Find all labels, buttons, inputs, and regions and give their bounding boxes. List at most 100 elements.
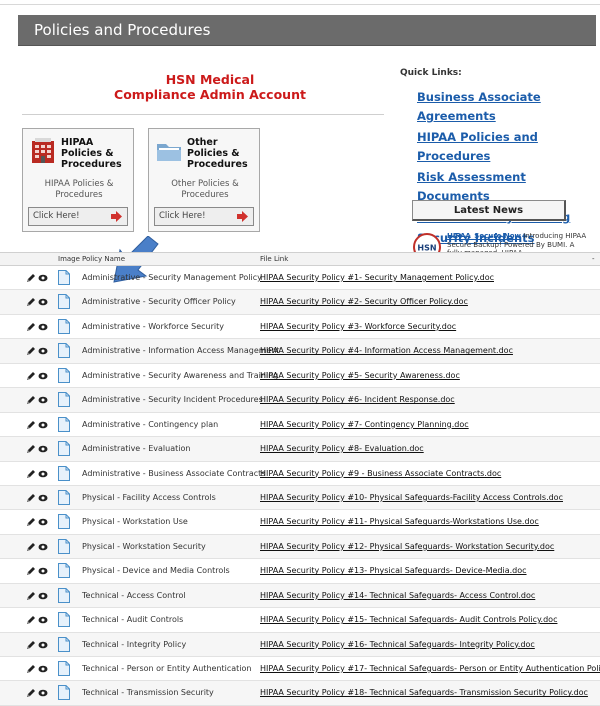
file-link[interactable]: HIPAA Security Policy #10- Physical Safe… [260,493,563,502]
document-icon[interactable] [58,318,70,334]
document-icon[interactable] [58,538,70,554]
document-icon[interactable] [58,441,70,457]
edit-pencil-icon[interactable] [26,493,36,503]
edit-pencil-icon[interactable] [26,273,36,283]
document-icon[interactable] [58,392,70,408]
view-eye-icon[interactable] [38,372,48,380]
file-link[interactable]: HIPAA Security Policy #8- Evaluation.doc [260,444,424,453]
file-link[interactable]: HIPAA Security Policy #5- Security Aware… [260,371,460,380]
quick-link-hipaa-policies[interactable]: HIPAA Policies and Procedures [417,130,538,163]
view-eye-icon[interactable] [38,518,48,526]
button-label: Click Here! [33,211,80,221]
edit-pencil-icon[interactable] [26,640,36,650]
arrow-right-icon [111,211,122,222]
edit-pencil-icon[interactable] [26,395,36,405]
table-row: Physical - Workstation Use HIPAA Security… [0,510,600,535]
edit-pencil-icon[interactable] [26,615,36,625]
file-link[interactable]: HIPAA Security Policy #9 - Business Asso… [260,469,501,478]
latest-news-button[interactable]: Latest News [412,200,566,221]
file-link[interactable]: HIPAA Security Policy #3- Workforce Secu… [260,322,456,331]
edit-pencil-icon[interactable] [26,371,36,381]
document-icon[interactable] [58,416,70,432]
quick-links-list: Business Associate Agreements HIPAA Poli… [417,86,597,248]
document-icon[interactable] [58,343,70,359]
view-eye-icon[interactable] [38,274,48,282]
view-eye-icon[interactable] [38,396,48,404]
other-click-here-button[interactable]: Click Here! [154,207,254,226]
quick-link-business-associate-agreements[interactable]: Business Associate Agreements [417,90,541,123]
document-icon[interactable] [58,270,70,285]
table-row: Technical - Person or Entity Authenticat… [0,657,600,682]
edit-pencil-icon[interactable] [26,591,36,601]
file-link[interactable]: HIPAA Security Policy #7- Contingency Pl… [260,420,469,429]
document-icon[interactable] [58,563,70,579]
document-icon[interactable] [58,587,70,603]
table-row: Technical - Transmission Security HIPAA S… [0,681,600,706]
document-icon[interactable] [58,685,70,701]
edit-pencil-icon[interactable] [26,469,36,479]
file-link[interactable]: HIPAA Security Policy #18- Technical Saf… [260,688,588,697]
view-eye-icon[interactable] [38,641,48,649]
file-link[interactable]: HIPAA Security Policy #14- Technical Saf… [260,591,535,600]
column-header-image[interactable]: Image [58,255,80,263]
card-description: HIPAA Policies & Procedures [44,179,114,200]
edit-pencil-icon[interactable] [26,297,36,307]
table-row: Administrative - Workforce Security HIPAA… [0,315,600,340]
column-header-extra: - [592,255,595,263]
view-eye-icon[interactable] [38,298,48,306]
document-icon[interactable] [58,489,70,505]
view-eye-icon[interactable] [38,494,48,502]
account-title-line2: Compliance Admin Account [114,87,306,102]
document-icon[interactable] [58,294,70,310]
file-link[interactable]: HIPAA Security Policy #11- Physical Safe… [260,517,539,526]
policy-name: Technical - Audit Controls [82,615,184,625]
document-icon[interactable] [58,514,70,530]
file-link[interactable]: HIPAA Security Policy #1- Security Manag… [260,273,494,282]
file-link[interactable]: HIPAA Security Policy #15- Technical Saf… [260,615,557,624]
view-eye-icon[interactable] [38,567,48,575]
document-icon[interactable] [58,661,70,676]
policy-name: Physical - Workstation Use [82,517,188,527]
column-header-file-link[interactable]: File Link [260,255,288,263]
table-row: Administrative - Security Officer Policy… [0,290,600,315]
document-icon[interactable] [58,367,70,383]
edit-pencil-icon[interactable] [26,420,36,430]
news-title-link[interactable]: HIPAA_Secure Now [447,232,521,240]
edit-pencil-icon[interactable] [26,444,36,454]
hipaa-click-here-button[interactable]: Click Here! [28,207,128,226]
file-link[interactable]: HIPAA Security Policy #2- Security Offic… [260,297,468,306]
file-link[interactable]: HIPAA Security Policy #6- Incident Respo… [260,395,455,404]
view-eye-icon[interactable] [38,665,48,673]
view-eye-icon[interactable] [38,445,48,453]
quick-link-risk-assessment[interactable]: Risk Assessment Documents [417,170,526,203]
edit-pencil-icon[interactable] [26,322,36,332]
policy-table: Image Policy Name File Link - Administra… [0,252,600,706]
column-header-policy-name[interactable]: Policy Name [82,255,125,263]
edit-pencil-icon[interactable] [26,346,36,356]
view-eye-icon[interactable] [38,689,48,697]
document-icon[interactable] [58,465,70,481]
file-link[interactable]: HIPAA Security Policy #13- Physical Safe… [260,566,527,575]
file-link[interactable]: HIPAA Security Policy #12- Physical Safe… [260,542,554,551]
view-eye-icon[interactable] [38,543,48,551]
view-eye-icon[interactable] [38,421,48,429]
view-eye-icon[interactable] [38,347,48,355]
view-eye-icon[interactable] [38,592,48,600]
document-icon[interactable] [58,612,70,628]
hipaa-policies-card: HIPAA Policies & Procedures HIPAA Polici… [22,128,134,232]
policy-name: Administrative - Contingency plan [82,419,219,429]
file-link[interactable]: HIPAA Security Policy #17- Technical Saf… [260,664,600,673]
view-eye-icon[interactable] [38,470,48,478]
edit-pencil-icon[interactable] [26,566,36,576]
edit-pencil-icon[interactable] [26,517,36,527]
policy-name: Technical - Access Control [82,590,186,600]
document-icon[interactable] [58,636,70,652]
view-eye-icon[interactable] [38,616,48,624]
card-title: HIPAA Policies & Procedures [61,137,122,170]
edit-pencil-icon[interactable] [26,664,36,674]
view-eye-icon[interactable] [38,323,48,331]
file-link[interactable]: HIPAA Security Policy #16- Technical Saf… [260,640,535,649]
file-link[interactable]: HIPAA Security Policy #4- Information Ac… [260,346,513,355]
edit-pencil-icon[interactable] [26,542,36,552]
edit-pencil-icon[interactable] [26,688,36,698]
